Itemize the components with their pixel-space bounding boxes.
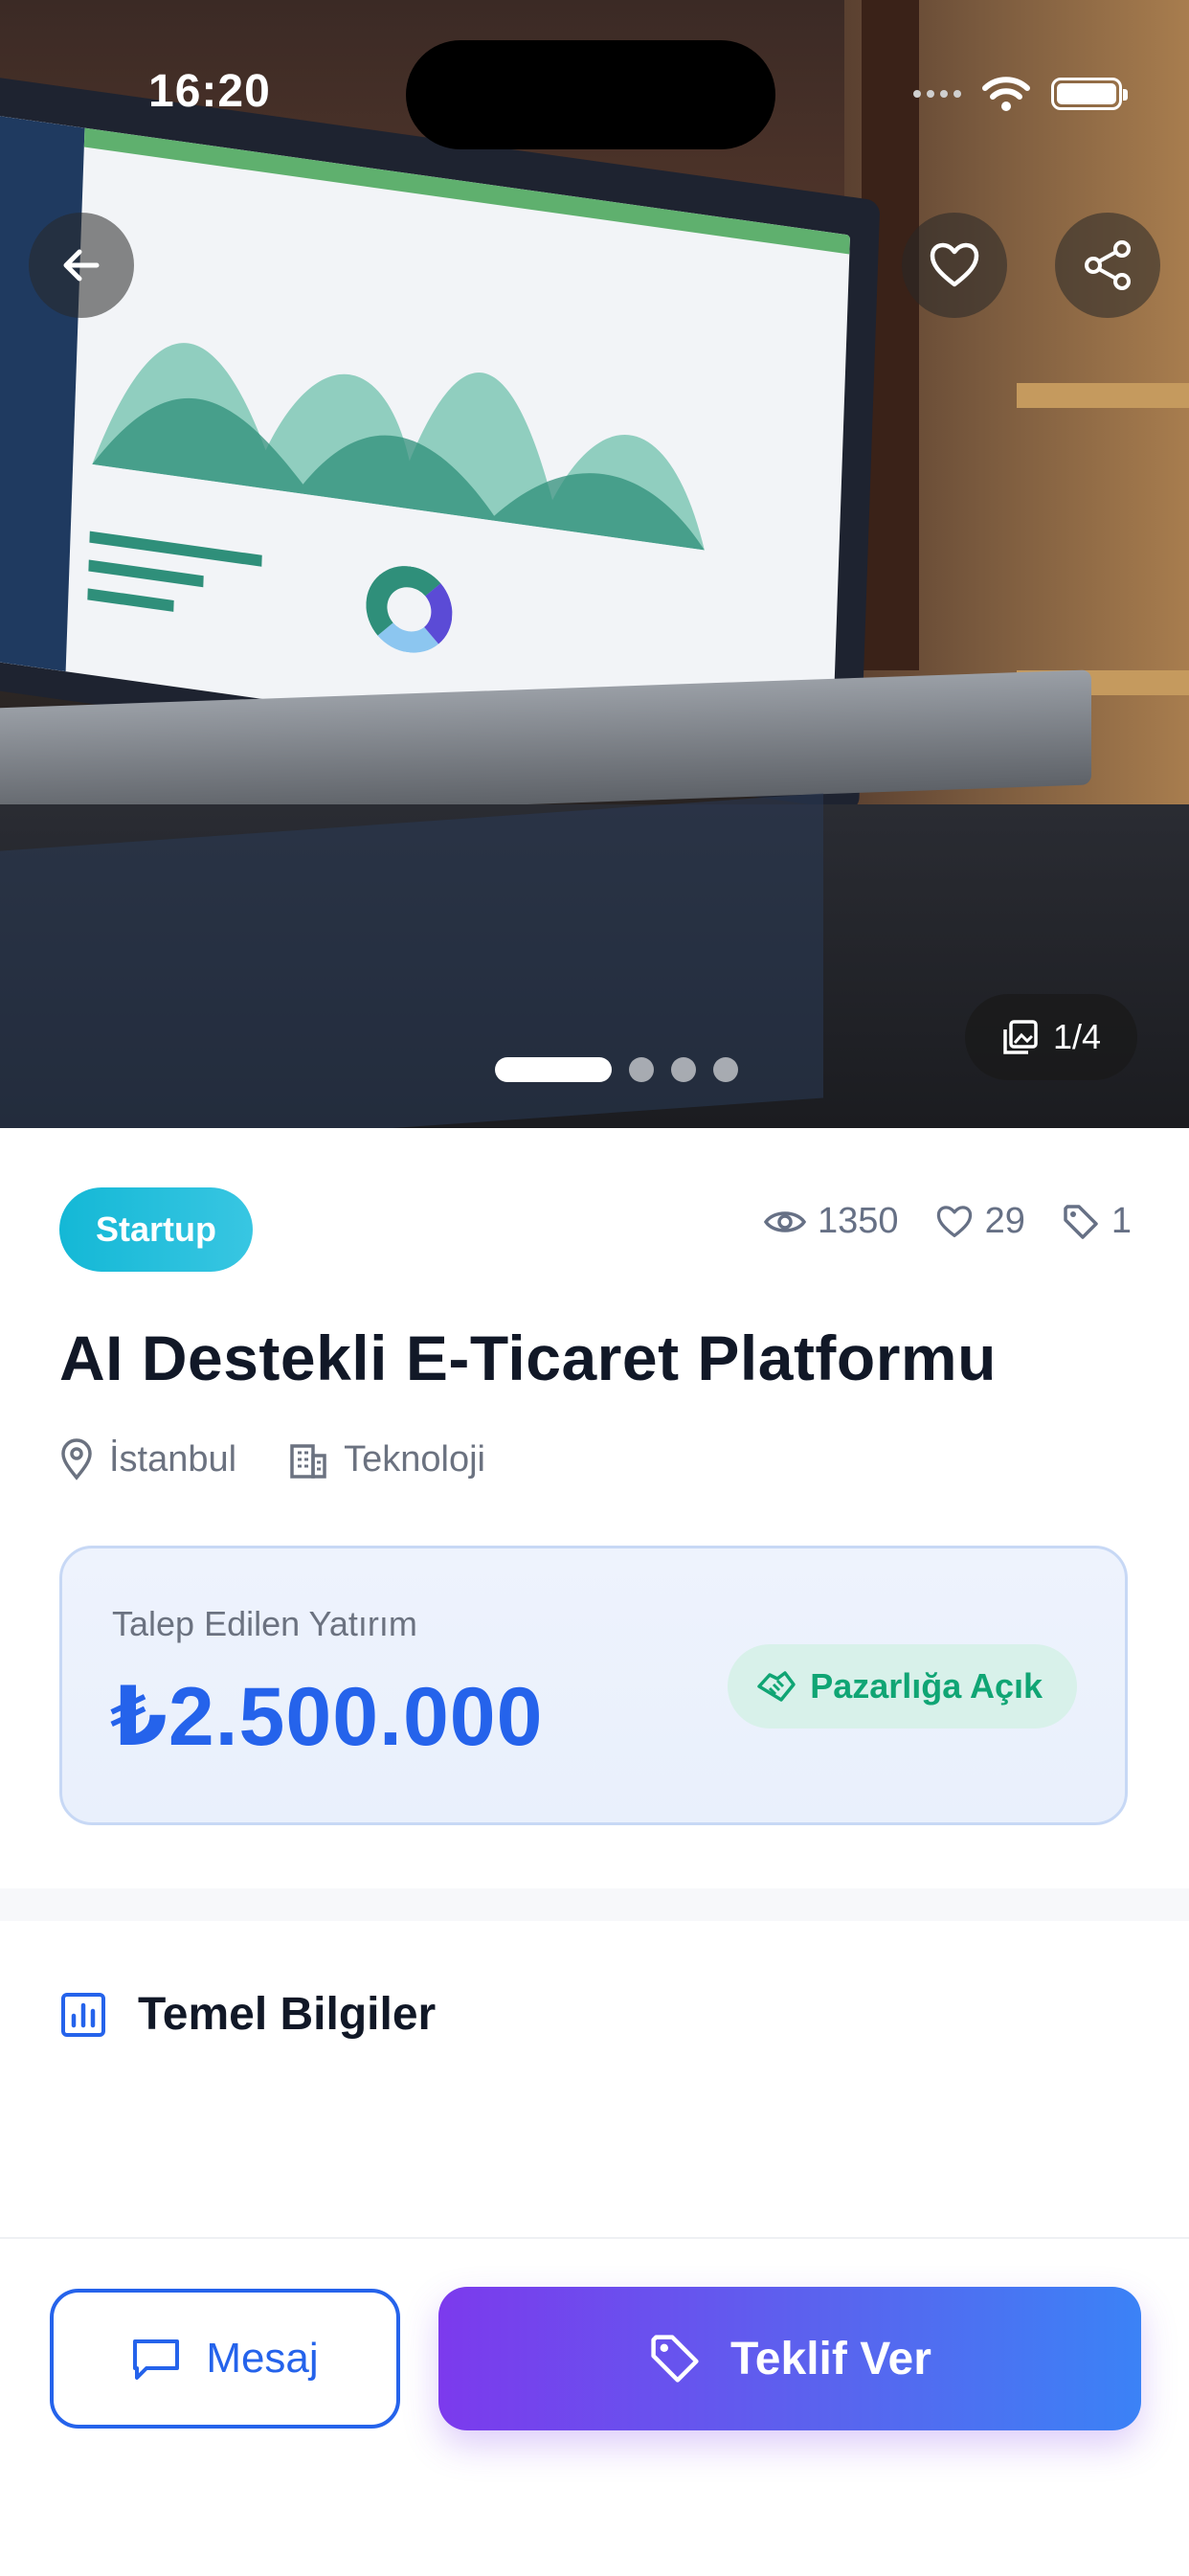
dashboard-area-chart	[92, 343, 705, 551]
bar	[87, 588, 174, 612]
heart-outline-icon	[936, 1205, 972, 1237]
tag-icon	[1064, 1204, 1098, 1239]
sector: Teknoloji	[288, 1439, 485, 1480]
tag-icon	[651, 2335, 699, 2383]
heart-icon	[930, 242, 979, 287]
message-button[interactable]: Mesaj	[50, 2289, 400, 2429]
status-icons	[913, 75, 1128, 113]
views-stat: 1350	[764, 1201, 899, 1242]
share-button[interactable]	[1055, 213, 1160, 318]
dashboard-screen	[0, 110, 851, 780]
basic-info-title: Temel Bilgiler	[138, 1989, 437, 2040]
negotiable-badge: Pazarlığa Açık	[728, 1644, 1077, 1729]
location-pin-icon	[61, 1438, 92, 1480]
battery-icon	[1051, 78, 1128, 110]
shelf	[1017, 383, 1189, 408]
handshake-icon	[757, 1671, 796, 1702]
offers-stat: 1	[1062, 1201, 1132, 1242]
bar	[89, 531, 262, 567]
eye-icon	[764, 1210, 807, 1232]
make-offer-label: Teklif Ver	[730, 2333, 931, 2384]
status-time: 16:20	[148, 66, 271, 117]
favorite-button[interactable]	[902, 213, 1007, 318]
image-pagination[interactable]	[495, 1057, 738, 1082]
listing-meta: İstanbul Teknoloji	[59, 1438, 485, 1480]
dynamic-island	[406, 40, 775, 149]
share-icon	[1085, 240, 1131, 290]
investment-card: Talep Edilen Yatırım ₺2.500.000 Pazarlığ…	[59, 1546, 1128, 1825]
back-arrow-icon	[63, 249, 100, 282]
location: İstanbul	[59, 1438, 236, 1480]
pagination-dot[interactable]	[671, 1057, 696, 1082]
cellular-signal-icon	[913, 90, 961, 98]
pagination-dot-active[interactable]	[495, 1057, 612, 1082]
building-icon	[290, 1444, 326, 1479]
views-count: 1350	[818, 1201, 899, 1241]
dashboard-sidebar	[0, 110, 85, 672]
investment-label: Talep Edilen Yatırım	[112, 1604, 417, 1643]
offers-count: 1	[1110, 1201, 1132, 1241]
message-button-label: Mesaj	[206, 2335, 319, 2382]
basic-info-header: Temel Bilgiler	[59, 1988, 436, 2041]
bar-chart-icon	[61, 1992, 105, 2037]
listing-title: AI Destekli E-Ticaret Platformu	[59, 1322, 997, 1393]
bar	[88, 559, 204, 588]
wifi-icon	[982, 77, 1030, 111]
listing-stats: 1350 29 1	[764, 1201, 1132, 1242]
image-counter-text: 1/4	[1052, 1017, 1102, 1056]
location-text: İstanbul	[109, 1438, 237, 1480]
gallery-icon	[1003, 1020, 1038, 1054]
section-divider	[0, 1888, 1189, 1921]
back-button[interactable]	[29, 213, 134, 318]
likes-stat: 29	[935, 1201, 1025, 1242]
likes-count: 29	[984, 1201, 1025, 1241]
image-counter: 1/4	[965, 994, 1137, 1080]
hero-image[interactable]	[0, 0, 1189, 1128]
investment-amount: ₺2.500.000	[110, 1671, 544, 1763]
pagination-dot[interactable]	[629, 1057, 654, 1082]
make-offer-button[interactable]: Teklif Ver	[438, 2287, 1141, 2430]
negotiable-text: Pazarlığa Açık	[810, 1666, 1043, 1706]
chat-icon	[133, 2339, 180, 2380]
sector-text: Teknoloji	[344, 1438, 485, 1480]
category-badge: Startup	[59, 1187, 253, 1272]
pagination-dot[interactable]	[713, 1057, 738, 1082]
donut-chart	[364, 560, 454, 659]
